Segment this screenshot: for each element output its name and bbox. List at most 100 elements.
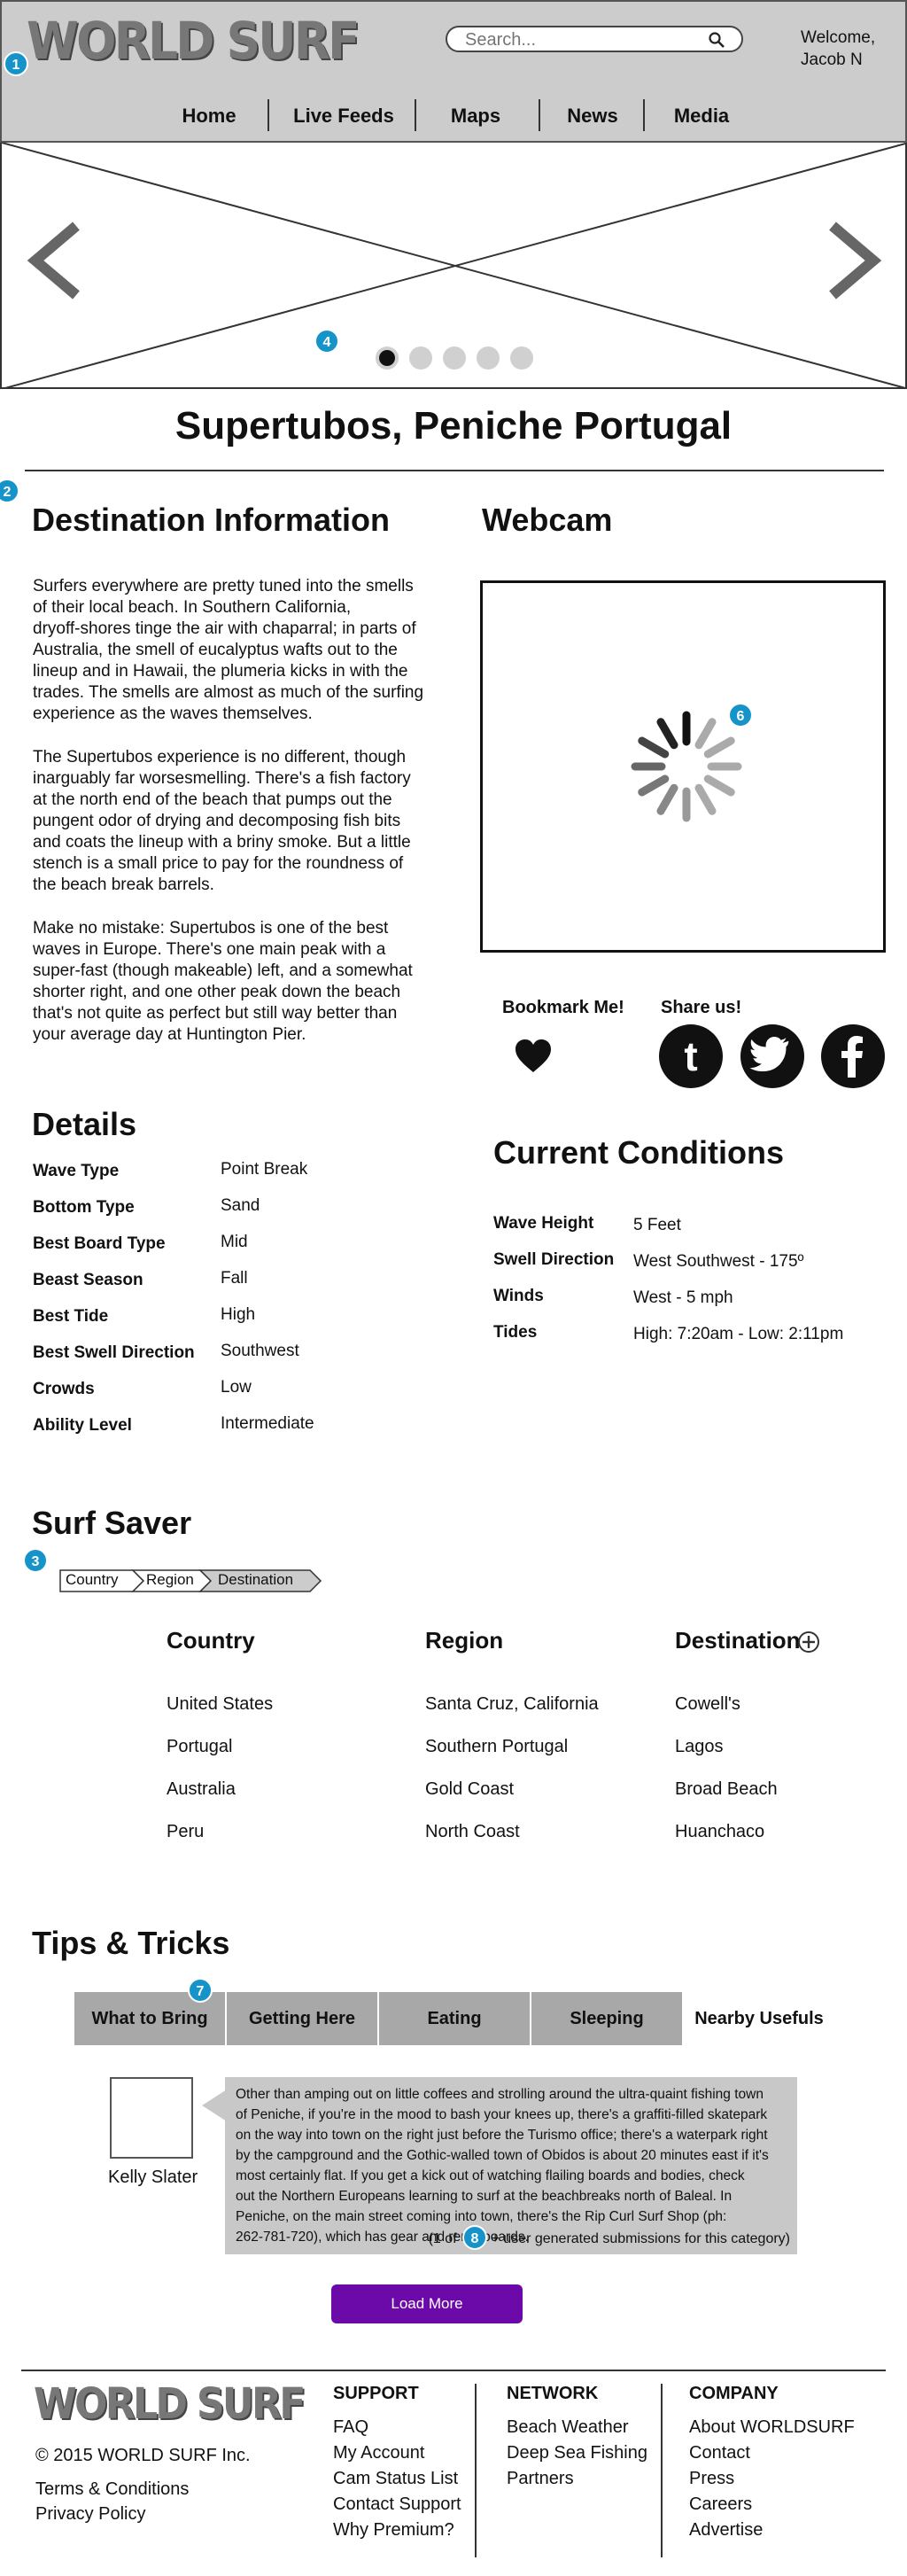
twitter-icon[interactable] [740,1024,804,1088]
detail-value: Sand [221,1196,260,1215]
nav-divider [267,99,269,131]
detail-value: Southwest [221,1342,299,1360]
nav-news[interactable]: News [562,105,624,128]
carousel-dot[interactable] [409,346,432,370]
heart-icon[interactable] [514,1039,553,1074]
nav-divider [539,99,540,131]
footer-link[interactable]: Partners [507,2469,574,2489]
detail-label: Beast Season [33,1271,143,1289]
search-icon[interactable] [708,31,725,49]
destination-item[interactable]: Cowell's [675,1694,740,1715]
footer-support-heading: SUPPORT [333,2384,419,2403]
welcome-message: Welcome, Jacob N [801,27,875,71]
footer-link[interactable]: Careers [689,2494,752,2515]
search-bar[interactable] [446,26,743,52]
footer-link[interactable]: Beach Weather [507,2417,629,2438]
nav-maps[interactable]: Maps [445,105,507,128]
annotation-marker: 1 [4,51,28,76]
search-input[interactable] [465,30,695,50]
tumblr-icon[interactable]: t [659,1024,723,1088]
destination-heading: Destination Information [32,502,390,538]
detail-value: Low [221,1378,252,1397]
comment-bubble-tail [202,2090,227,2121]
footer-link[interactable]: Deep Sea Fishing [507,2443,647,2463]
footer-link[interactable]: Contact [689,2443,750,2463]
country-column-heading: Country [167,1627,255,1654]
footer-link[interactable]: Advertise [689,2520,763,2541]
breadcrumb-region[interactable]: Region [146,1571,194,1589]
site-logo[interactable]: WORLD SURF [27,11,360,71]
destination-paragraph-3: Make no mistake: Supertubos is one of th… [33,919,413,1044]
nav-live-feeds[interactable]: Live Feeds [291,105,397,128]
svg-text:t: t [684,1033,697,1079]
annotation-marker: 8 [462,2225,487,2250]
breadcrumb-destination[interactable]: Destination [218,1571,293,1589]
condition-label: Tides [493,1323,538,1342]
footer-link[interactable]: Contact Support [333,2494,461,2515]
footer-link[interactable]: Why Premium? [333,2520,454,2541]
destination-item[interactable]: Lagos [675,1737,724,1757]
detail-label: Best Tide [33,1307,109,1326]
breadcrumb-country[interactable]: Country [66,1571,119,1589]
welcome-text: Welcome, [801,28,876,47]
country-item[interactable]: Australia [167,1779,236,1800]
region-item[interactable]: Santa Cruz, California [425,1694,599,1715]
region-item[interactable]: North Coast [425,1822,520,1842]
title-divider [25,470,884,471]
country-item[interactable]: Portugal [167,1737,233,1757]
carousel-dot[interactable] [443,346,466,370]
avatar[interactable] [110,2077,193,2159]
destination-paragraph-1: Surfers everywhere are pretty tuned into… [33,577,424,723]
tab-sleeping[interactable]: Sleeping [531,1992,684,2045]
tab-eating[interactable]: Eating [379,1992,531,2045]
destination-item[interactable]: Broad Beach [675,1779,778,1800]
country-item[interactable]: United States [167,1694,273,1715]
details-heading: Details [32,1106,137,1142]
country-item[interactable]: Peru [167,1822,204,1842]
footer-logo[interactable]: WORLD SURF [34,2379,306,2429]
annotation-marker: 6 [728,703,753,728]
region-item[interactable]: Gold Coast [425,1779,514,1800]
footer-link[interactable]: FAQ [333,2417,368,2438]
add-circle-icon[interactable] [797,1630,820,1654]
comment-author[interactable]: Kelly Slater [108,2167,198,2188]
tab-nearby-usefuls[interactable]: Nearby Usefuls [684,1992,836,2045]
region-item[interactable]: Southern Portugal [425,1737,568,1757]
condition-value: West Southwest - 175º [633,1252,804,1271]
region-column-heading: Region [425,1627,504,1654]
detail-label: Crowds [33,1380,95,1398]
carousel-next-icon[interactable] [824,221,886,300]
carousel-dot[interactable] [510,346,533,370]
footer-link[interactable]: Press [689,2469,734,2489]
webcam-heading: Webcam [482,502,613,538]
load-more-button[interactable]: Load More [331,2284,523,2323]
footer-column-divider [475,2384,477,2557]
detail-label: Best Swell Direction [33,1343,195,1362]
footer-column-divider [661,2384,663,2557]
user-name[interactable]: Jacob N [801,49,875,71]
tab-getting-here[interactable]: Getting Here [227,1992,379,2045]
condition-value: 5 Feet [633,1216,681,1234]
footer-link[interactable]: My Account [333,2443,424,2463]
annotation-marker: 3 [23,1548,48,1573]
carousel-prev-icon[interactable] [23,221,85,300]
privacy-link[interactable]: Privacy Policy [35,2504,145,2525]
footer-link[interactable]: About WORLDSURF [689,2417,855,2438]
annotation-marker: 2 [0,479,19,503]
footer-link[interactable]: Cam Status List [333,2469,458,2489]
condition-value: West - 5 mph [633,1288,733,1307]
share-label: Share us! [661,998,742,1017]
carousel-dot[interactable] [376,346,399,370]
main-nav: Home Live Feeds Maps News Media [2,99,907,135]
detail-label: Bottom Type [33,1198,135,1217]
destination-paragraph-2: The Supertubos experience is no differen… [33,748,411,894]
carousel-dot[interactable] [477,346,500,370]
nav-media[interactable]: Media [668,105,735,128]
facebook-icon[interactable] [821,1024,885,1088]
nav-home[interactable]: Home [174,105,244,128]
detail-value: Mid [221,1233,248,1251]
destination-item[interactable]: Huanchaco [675,1822,764,1842]
terms-link[interactable]: Terms & Conditions [35,2479,189,2500]
detail-label: Best Board Type [33,1234,166,1253]
condition-label: Winds [493,1287,544,1305]
